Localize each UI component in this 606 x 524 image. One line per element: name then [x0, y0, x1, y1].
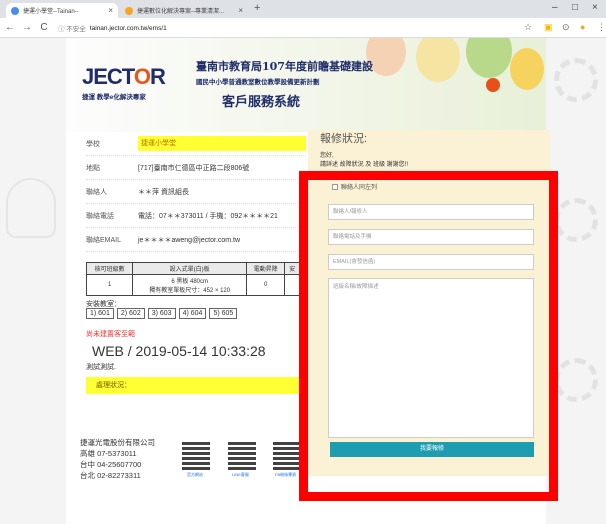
qr-label: 官方網站	[187, 472, 203, 477]
warning-note: 尚未建置客至範	[86, 331, 135, 338]
qr-code-facebook[interactable]	[273, 442, 301, 470]
header-title: 臺南市教育局107年度前瞻基礎建設 國民中小學普通教室數位教學設備更新計劃 客戶…	[196, 60, 373, 109]
balloon-decoration	[416, 38, 460, 82]
profile-avatar[interactable]: ●	[580, 22, 585, 32]
info-row-address: 地點 [717]臺南市仁德區中正路二段806號	[86, 156, 306, 180]
phone-input[interactable]: 聯絡電話及手機	[328, 229, 534, 245]
minimize-button[interactable]: –	[552, 2, 558, 13]
balloon-decoration	[486, 78, 500, 92]
site-favicon-icon	[125, 6, 133, 15]
maximize-button[interactable]: □	[572, 2, 578, 13]
menu-icon[interactable]: ⋮	[597, 22, 606, 33]
address-bar[interactable]: ⓘ 不安全 tainan.jector.com.tw/ems/1	[58, 21, 538, 35]
bookmark-star-icon[interactable]: ☆	[524, 22, 532, 33]
page-viewport: JECTOR 捷運 教學e化解決專家 臺南市教育局107年度前瞻基礎建設 國民中…	[0, 38, 606, 524]
submit-repair-button[interactable]: 我要報修	[330, 442, 534, 457]
tab-inactive[interactable]: 捷運數位化解決專案--專業清潔... ×	[120, 3, 248, 18]
balloon-decoration	[466, 38, 512, 78]
tab-active[interactable]: 捷運小學堂--Tainan-- ×	[6, 3, 118, 18]
page-header: JECTOR 捷運 教學e化解決專家 臺南市教育局107年度前瞻基礎建設 國民中…	[66, 38, 546, 132]
contact-person-input[interactable]: 聯絡人/報修人	[328, 204, 534, 220]
jector-logo[interactable]: JECTOR 捷運 教學e化解決專家	[82, 64, 166, 101]
repair-form-title: 報修狀況:	[320, 133, 368, 145]
close-window-button[interactable]: ×	[592, 2, 598, 13]
info-row-contact: 聯絡人 ＊＊萍 資訊組長	[86, 180, 306, 204]
customer-info: 學校 捷運小學堂 地點 [717]臺南市仁德區中正路二段806號 聯絡人 ＊＊萍 資訊…	[86, 132, 306, 252]
back-icon[interactable]: ←	[3, 22, 17, 33]
ticket-text: 測試測試.	[86, 364, 116, 371]
classroom-button[interactable]: 2) 602	[116, 308, 145, 319]
close-tab-icon[interactable]: ×	[238, 6, 243, 15]
classroom-list: 1) 601 2) 602 3) 603 4) 604 5) 605	[86, 308, 238, 319]
forward-icon[interactable]: →	[20, 22, 34, 33]
fault-description-textarea[interactable]: 班級名稱/故障描述	[328, 278, 534, 438]
checkbox-icon[interactable]	[332, 183, 338, 190]
lightbulb-decoration-icon	[6, 178, 56, 238]
balloon-decoration	[510, 48, 544, 90]
same-contact-checkbox[interactable]: 聯絡人同左列	[332, 182, 377, 191]
info-row-email: 聯絡EMAIL je＊＊＊＊aweng@jector.com.tw	[86, 228, 306, 252]
reload-icon[interactable]: C	[37, 22, 51, 33]
browser-toolbar: ← → C ⓘ 不安全 tainan.jector.com.tw/ems/1 ☆…	[0, 18, 606, 38]
email-input[interactable]: EMAIL(會發信函)	[328, 254, 534, 270]
info-row-school: 學校 捷運小學堂	[86, 132, 306, 156]
new-tab-button[interactable]: +	[254, 2, 260, 14]
browser-tab-strip: 捷運小學堂--Tainan-- × 捷運數位化解決專案--專業清潔... × +…	[0, 0, 606, 18]
classroom-button[interactable]: 4) 604	[178, 308, 207, 319]
gear-decoration-icon	[554, 198, 598, 242]
tab-title: 捷運數位化解決專案--專業清潔...	[137, 9, 224, 15]
classroom-button[interactable]: 1) 601	[86, 308, 114, 319]
gear-decoration-icon	[554, 58, 598, 102]
qr-code-line[interactable]	[228, 442, 256, 470]
page-title: 客戶服務系統	[222, 94, 301, 109]
tab-title: 捷運小學堂--Tainan--	[23, 9, 79, 15]
account-icon[interactable]: ⊙	[562, 22, 570, 33]
close-tab-icon[interactable]: ×	[108, 6, 113, 15]
repair-instructions: 您好, 請詳述 故障狀況 及 班級 謝謝您!!	[320, 153, 409, 168]
equipment-table: 核可班級數 設入式單(白)板 電動昇降 安 1 6 黑板 480cm 獨有教室單板…	[85, 262, 300, 296]
classroom-button[interactable]: 3) 603	[147, 308, 176, 319]
gear-decoration-icon	[554, 358, 598, 402]
qr-label: LINE客服	[232, 472, 249, 477]
site-favicon-icon	[11, 6, 19, 15]
qr-code-website[interactable]	[182, 442, 210, 470]
table-header-row: 核可班級數 設入式單(白)板 電動昇降 安	[85, 262, 300, 275]
url-text: tainan.jector.com.tw/ems/1	[89, 24, 167, 32]
security-indicator[interactable]: ⓘ 不安全	[58, 23, 86, 33]
classroom-button[interactable]: 5) 605	[209, 308, 238, 319]
ticket-timestamp: WEB / 2019-05-14 10:33:28	[92, 343, 266, 359]
company-contact: 捷運光電股份有限公司 高雄 07-5373011 台中 04-25607700 …	[80, 438, 155, 480]
table-row: 1 6 黑板 480cm 獨有教室單板尺寸：452 × 120 0	[85, 274, 300, 296]
logo-tagline: 捷運 教學e化解決專家	[82, 94, 146, 101]
info-row-phone: 聯絡電話 電話：07＊＊373011 / 手機：092＊＊＊＊21	[86, 204, 306, 228]
qr-label: FB粉絲專頁	[275, 472, 297, 477]
status-bar: 處理狀況：	[86, 377, 302, 394]
extension-icon[interactable]: ▣	[544, 22, 553, 33]
